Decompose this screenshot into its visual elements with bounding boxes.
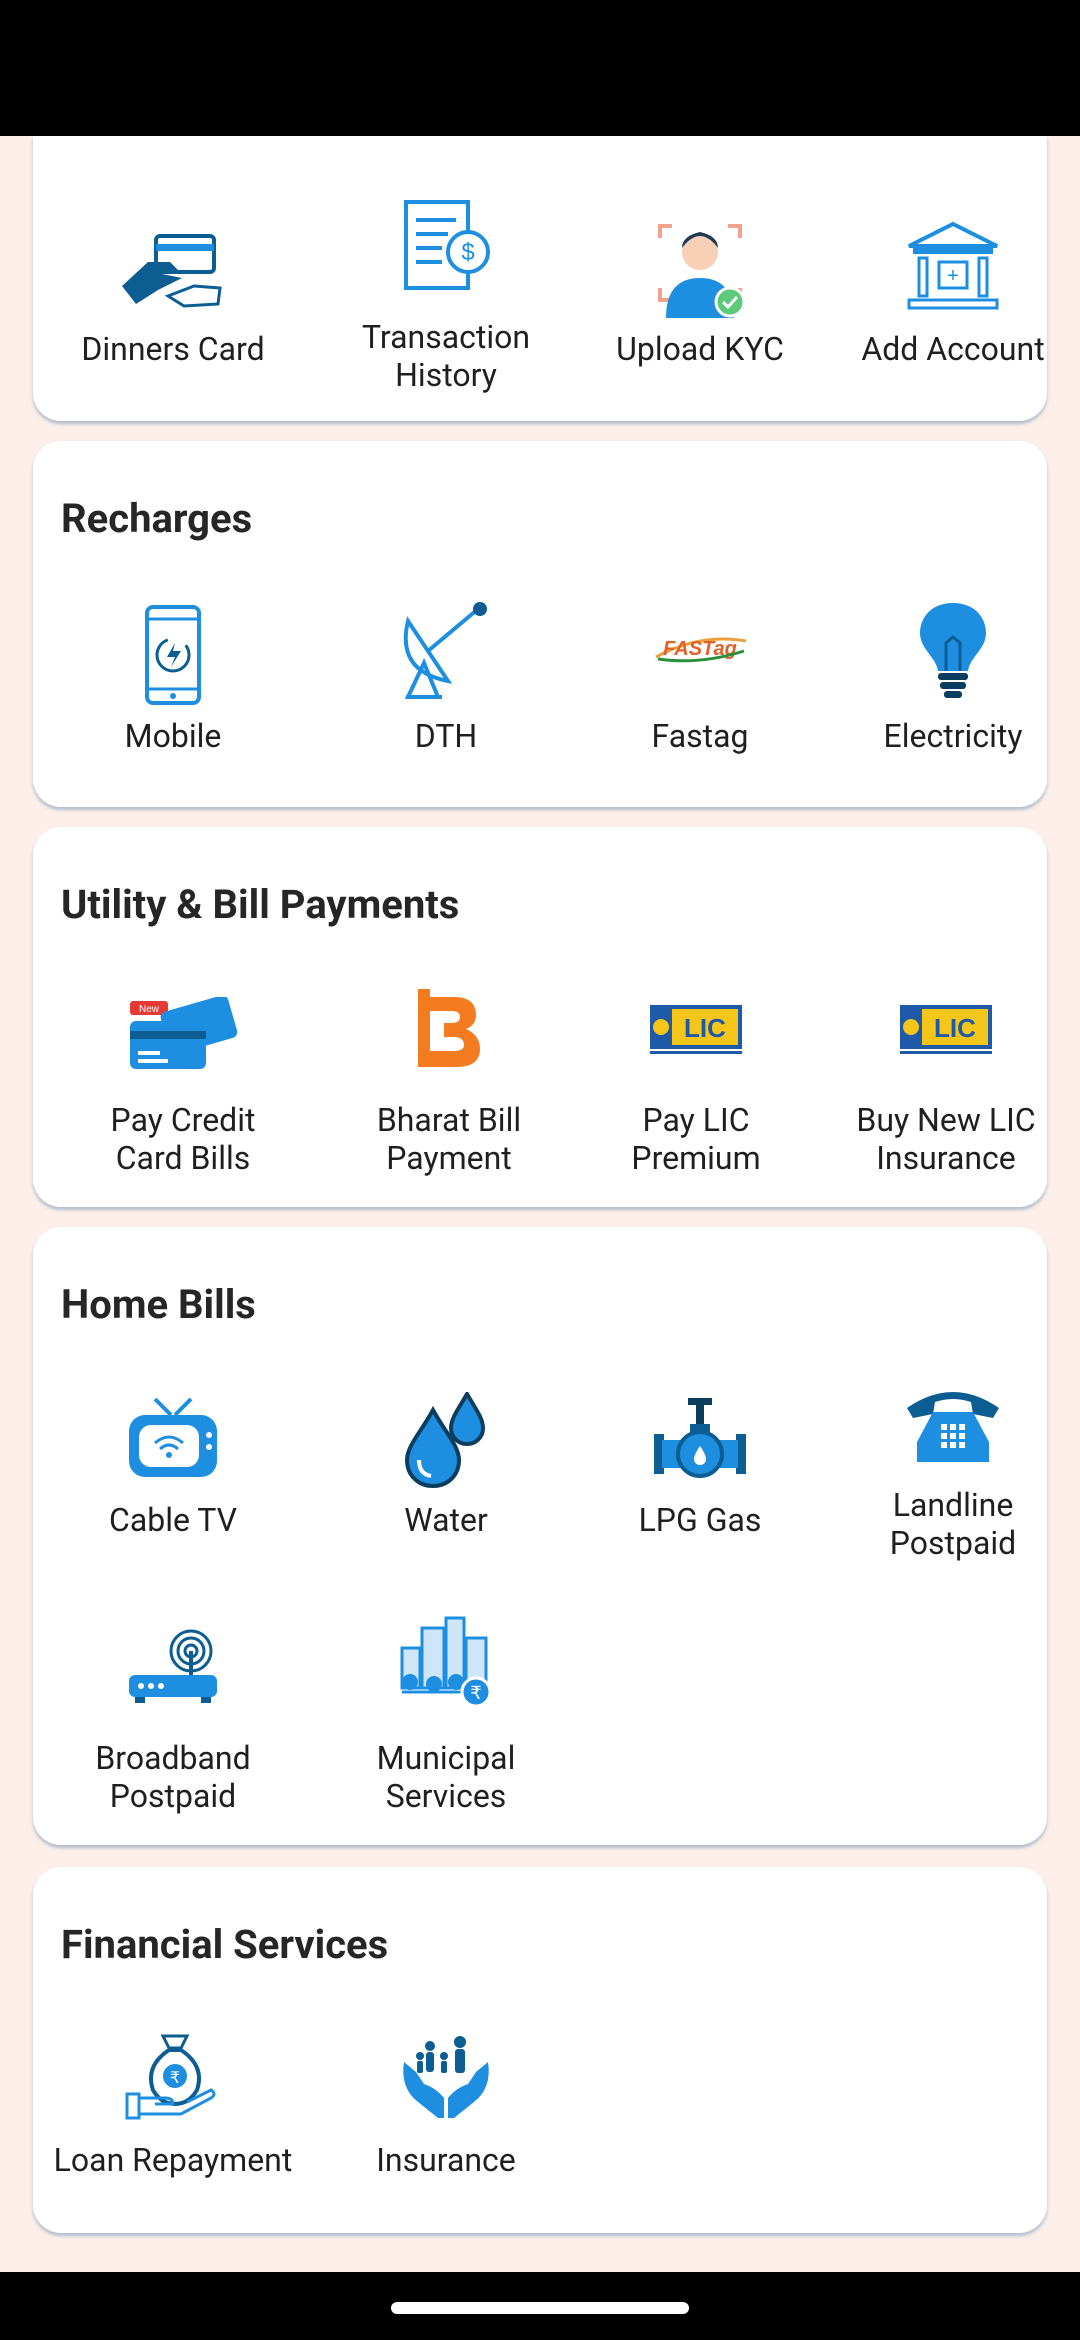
fastag-logo-icon: FASTag	[655, 637, 747, 663]
lpg-gas-label: LPG Gas	[638, 1501, 762, 1539]
bharat-bill-logo-icon	[418, 989, 480, 1067]
upload-kyc-label: Upload KYC	[616, 330, 784, 368]
receipt-icon: $	[404, 200, 490, 290]
pay-credit-card-bills-button[interactable]: New Pay Credit Card Bills	[73, 987, 293, 1197]
mobile-recharge-button[interactable]: Mobile	[53, 601, 293, 791]
telephone-icon	[907, 1392, 999, 1462]
fastag-recharge-button[interactable]: FASTag Fastag	[580, 601, 820, 791]
card-hand-icon	[122, 234, 222, 308]
pay-lic-premium-label: Pay LIC Premium	[631, 1101, 761, 1177]
buy-new-lic-insurance-label: Buy New LIC Insurance	[856, 1101, 1036, 1177]
buy-new-lic-insurance-button[interactable]: LIC Buy New LIC Insurance	[826, 987, 1066, 1197]
family-hands-icon	[403, 2036, 489, 2118]
transaction-history-label: Transaction History	[361, 318, 531, 394]
dinners-card-button[interactable]: Dinners Card	[53, 206, 293, 406]
dth-label: DTH	[414, 717, 478, 755]
svg-text:+: +	[947, 265, 959, 287]
utility-bill-payments-card: Utility & Bill Payments New Pay Credit C…	[33, 827, 1047, 1207]
lic-logo-icon: LIC	[900, 1005, 992, 1054]
dinners-card-label: Dinners Card	[81, 330, 265, 368]
satellite-dish-icon	[403, 602, 487, 699]
dth-recharge-button[interactable]: DTH	[326, 601, 566, 791]
money-bag-hand-icon: ₹	[125, 2034, 216, 2120]
insurance-button[interactable]: Insurance	[326, 2032, 566, 2217]
new-badge: New	[139, 1004, 160, 1015]
quick-actions-card: Dinners Card $ Transaction History Uploa…	[33, 136, 1047, 421]
home-bills-title: Home Bills	[61, 1281, 256, 1328]
svg-text:LIC: LIC	[684, 1013, 726, 1043]
loan-repayment-button[interactable]: ₹ Loan Repayment	[33, 2032, 313, 2217]
water-drops-icon	[404, 1392, 486, 1488]
home-bills-card: Home Bills Cable TV Water LPG Gas Landli…	[33, 1227, 1047, 1845]
electricity-button[interactable]: Electricity	[833, 601, 1073, 791]
home-indicator[interactable]	[391, 2302, 689, 2314]
electricity-label: Electricity	[883, 717, 1023, 755]
financial-services-card: Financial Services ₹ Loan Repayment Insu…	[33, 1867, 1047, 2233]
status-bar	[0, 0, 1080, 136]
pay-credit-card-bills-label: Pay Credit Card Bills	[110, 1101, 256, 1177]
broadband-postpaid-button[interactable]: Broadband Postpaid	[53, 1627, 293, 1827]
water-label: Water	[404, 1501, 488, 1539]
fastag-label: Fastag	[651, 717, 749, 755]
municipal-services-label: Municipal Services	[376, 1739, 516, 1815]
municipal-services-button[interactable]: ₹ Municipal Services	[326, 1612, 566, 1827]
bulb-icon	[920, 603, 986, 698]
bharat-bill-payment-label: Bharat Bill Payment	[376, 1101, 522, 1177]
utility-title: Utility & Bill Payments	[61, 881, 460, 928]
recharges-title: Recharges	[61, 495, 253, 542]
cable-tv-button[interactable]: Cable TV	[53, 1397, 293, 1577]
landline-postpaid-label: Landline Postpaid	[889, 1486, 1017, 1562]
pay-lic-premium-button[interactable]: LIC Pay LIC Premium	[586, 987, 806, 1197]
lic-logo-icon: LIC	[650, 1005, 742, 1054]
mobile-label: Mobile	[124, 717, 222, 755]
landline-postpaid-button[interactable]: Landline Postpaid	[833, 1382, 1073, 1582]
gas-pipe-icon	[654, 1398, 746, 1478]
insurance-label: Insurance	[376, 2141, 516, 2179]
kyc-person-icon	[658, 224, 746, 318]
broadband-postpaid-label: Broadband Postpaid	[95, 1739, 251, 1815]
tv-icon	[129, 1397, 217, 1477]
add-account-button[interactable]: + Add Account	[833, 206, 1073, 406]
cable-tv-label: Cable TV	[109, 1501, 237, 1539]
city-icon: ₹	[400, 1616, 492, 1708]
financial-services-title: Financial Services	[61, 1921, 389, 1968]
credit-card-icon: New	[130, 997, 238, 1069]
mobile-icon	[145, 605, 201, 705]
router-icon	[129, 1629, 217, 1703]
bank-icon: +	[907, 221, 999, 310]
water-button[interactable]: Water	[326, 1392, 566, 1577]
loan-repayment-label: Loan Repayment	[53, 2141, 293, 2179]
bharat-bill-payment-button[interactable]: Bharat Bill Payment	[339, 987, 559, 1197]
svg-text:$: $	[461, 239, 474, 266]
transaction-history-button[interactable]: $ Transaction History	[326, 196, 566, 406]
lpg-gas-button[interactable]: LPG Gas	[580, 1392, 820, 1577]
svg-text:₹: ₹	[170, 2068, 180, 2087]
upload-kyc-button[interactable]: Upload KYC	[580, 206, 820, 406]
recharges-card: Recharges Mobile DTH FASTag Fastag Elect…	[33, 441, 1047, 807]
svg-text:LIC: LIC	[934, 1013, 976, 1043]
add-account-label: Add Account	[861, 330, 1045, 368]
svg-text:₹: ₹	[470, 1683, 481, 1704]
